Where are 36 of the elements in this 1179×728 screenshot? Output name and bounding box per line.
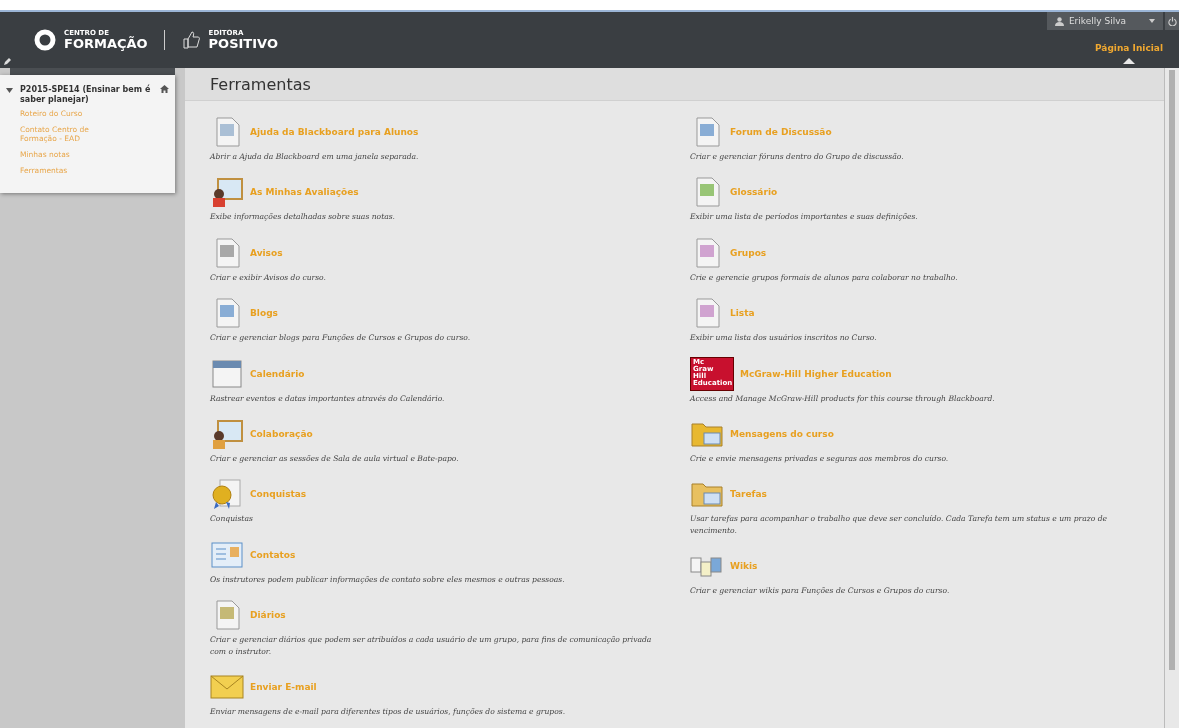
tool-link[interactable]: McGraw-Hill Higher Education xyxy=(740,368,892,379)
tool-link[interactable]: Wikis xyxy=(730,561,758,572)
nav-tab[interactable]: Página Inicial xyxy=(1093,42,1165,64)
tool-link[interactable]: Tarefas xyxy=(730,489,767,500)
tool-link[interactable]: Ajuda da Blackboard para Alunos xyxy=(250,127,419,137)
tool-link[interactable]: As Minhas Avaliações xyxy=(250,187,359,198)
tool-link[interactable]: Glossário xyxy=(730,187,778,198)
home-icon[interactable] xyxy=(160,85,169,93)
tool-link[interactable]: Contatos xyxy=(250,549,296,560)
tool-link[interactable]: Calendário xyxy=(250,368,305,379)
tool-link[interactable]: Diários xyxy=(250,610,286,621)
tool-link[interactable]: Lista xyxy=(730,308,755,319)
ring-logo-icon xyxy=(34,29,56,51)
page-title: Ferramentas xyxy=(210,74,311,94)
user-menu[interactable]: Erikelly Silva xyxy=(1046,12,1163,30)
tool-link[interactable]: Conquistas xyxy=(250,489,307,500)
chart-board-icon xyxy=(210,176,244,209)
user-name: Erikelly Silva xyxy=(1068,16,1126,26)
tool-link[interactable]: Colaboração xyxy=(250,428,313,439)
tool-link[interactable]: Forum de Discussão xyxy=(730,127,832,137)
tool-link[interactable]: Enviar E-mail xyxy=(250,681,317,692)
medal-icon xyxy=(210,478,244,511)
chart-board-icon xyxy=(210,417,244,450)
pencil-icon xyxy=(4,58,11,65)
power-button[interactable] xyxy=(1165,12,1179,30)
tool-link[interactable]: Mensagens do curso xyxy=(730,428,834,439)
thumbs-up-logo-icon xyxy=(180,30,201,50)
power-icon xyxy=(1167,16,1177,26)
person-icon xyxy=(1054,16,1064,26)
tool-link[interactable]: Avisos xyxy=(250,247,283,258)
tool-link[interactable]: Grupos xyxy=(730,247,767,258)
tool-link[interactable]: Blogs xyxy=(250,308,278,319)
scrollbar[interactable] xyxy=(1164,68,1179,728)
caret-icon xyxy=(1149,19,1155,23)
course-title[interactable]: P2015-SPE14 (Ensinar bem é saber planejar) xyxy=(20,85,156,106)
calendar-icon xyxy=(210,357,244,390)
